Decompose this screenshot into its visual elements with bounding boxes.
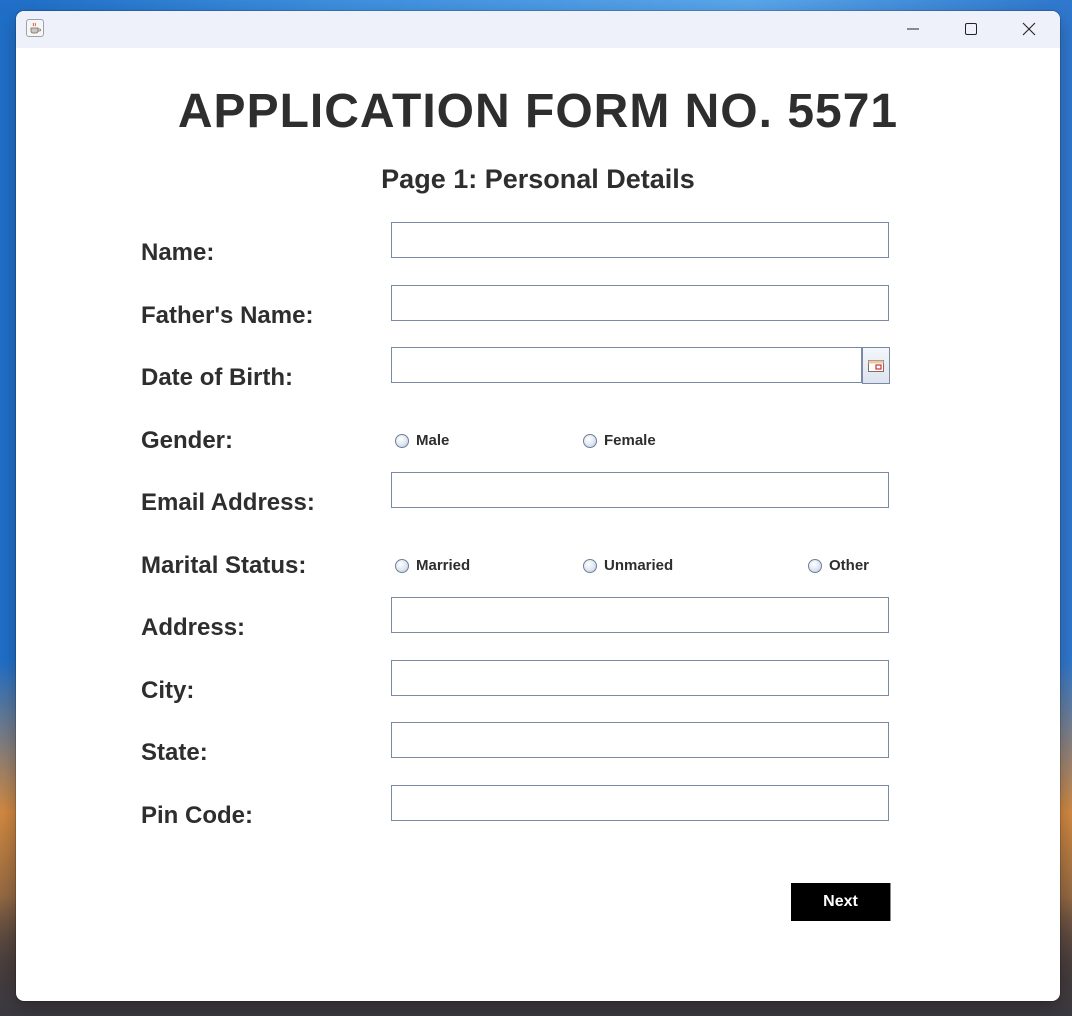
state-field[interactable] xyxy=(391,722,889,758)
maximize-icon xyxy=(965,23,977,35)
pin-code-label: Pin Code: xyxy=(141,802,253,829)
calendar-button[interactable] xyxy=(862,347,890,384)
name-label: Name: xyxy=(141,239,215,266)
email-field[interactable] xyxy=(391,472,889,508)
dob-label: Date of Birth: xyxy=(141,364,293,391)
radio-button-icon xyxy=(583,558,597,573)
marital-unmarried-radio[interactable]: Unmaried xyxy=(583,557,673,574)
gender-female-label: Female xyxy=(604,432,656,449)
title-bar xyxy=(16,11,1060,48)
dob-field[interactable] xyxy=(391,347,862,383)
maximize-button[interactable] xyxy=(942,11,1000,47)
radio-button-icon xyxy=(583,433,597,448)
marital-married-label: Married xyxy=(416,557,471,574)
close-icon xyxy=(1022,22,1036,36)
minimize-icon xyxy=(907,28,919,30)
gender-male-label: Male xyxy=(416,432,450,449)
name-field[interactable] xyxy=(391,222,889,258)
marital-married-radio[interactable]: Married xyxy=(395,557,470,574)
city-field[interactable] xyxy=(391,660,889,696)
gender-label: Gender: xyxy=(141,427,234,454)
gender-female-radio[interactable]: Female xyxy=(583,432,656,449)
pin-code-field[interactable] xyxy=(391,785,889,821)
marital-status-label: Marital Status: xyxy=(141,552,307,579)
father-name-label: Father's Name: xyxy=(141,302,314,329)
application-window: APPLICATION FORM NO. 5571 Page 1: Person… xyxy=(16,11,1060,1001)
calendar-icon xyxy=(868,360,884,372)
city-label: City: xyxy=(141,677,195,704)
page-subtitle: Page 1: Personal Details xyxy=(381,164,695,194)
next-button[interactable]: Next xyxy=(791,883,890,921)
form-panel: APPLICATION FORM NO. 5571 Page 1: Person… xyxy=(16,48,1060,1001)
close-button[interactable] xyxy=(1000,11,1058,47)
marital-unmarried-label: Unmaried xyxy=(604,557,674,574)
radio-button-icon xyxy=(395,558,409,573)
marital-other-radio[interactable]: Other xyxy=(808,557,869,574)
address-field[interactable] xyxy=(391,597,889,633)
father-name-field[interactable] xyxy=(391,285,889,321)
form-title: APPLICATION FORM NO. 5571 xyxy=(177,85,899,138)
gender-male-radio[interactable]: Male xyxy=(395,432,449,449)
radio-button-icon xyxy=(808,558,822,573)
state-label: State: xyxy=(141,739,208,766)
radio-button-icon xyxy=(395,433,409,448)
java-cup-icon xyxy=(26,19,44,37)
marital-other-label: Other xyxy=(829,557,870,574)
email-label: Email Address: xyxy=(141,489,315,516)
address-label: Address: xyxy=(141,614,246,641)
minimize-button[interactable] xyxy=(884,11,942,47)
